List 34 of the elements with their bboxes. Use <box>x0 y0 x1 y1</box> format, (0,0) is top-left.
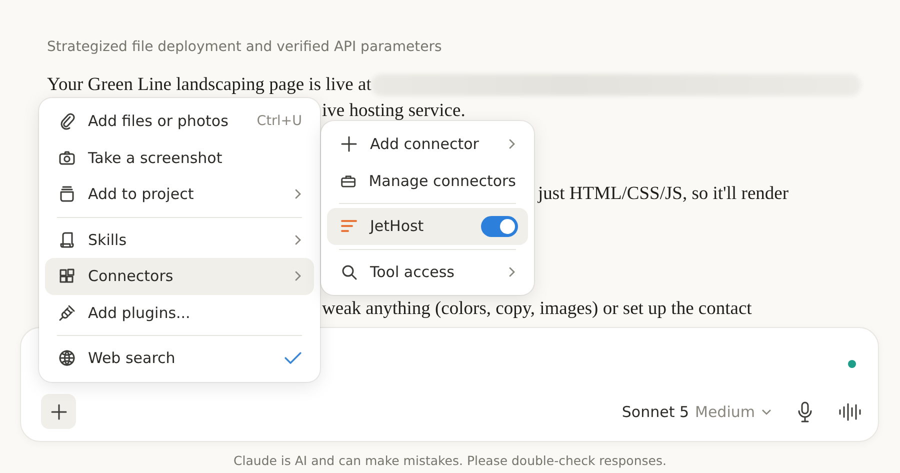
message-text: weak anything (colors, copy, images) or set up the contact <box>322 298 752 321</box>
menu-item[interactable]: Add connector <box>327 126 528 162</box>
scroll-icon <box>58 230 76 249</box>
menu-item[interactable]: Add files or photos Ctrl+U <box>45 103 314 140</box>
waveform-icon <box>838 402 862 422</box>
menu-item[interactable]: Add to project <box>45 176 314 212</box>
chevron-down-icon <box>761 408 772 416</box>
menu-item[interactable]: Web search <box>45 340 314 376</box>
plus-icon <box>340 135 358 154</box>
message-text: just HTML/CSS/JS, so it'll render <box>538 183 789 206</box>
model-selector[interactable]: Sonnet 5 Medium <box>618 402 776 420</box>
menu-item[interactable]: Tool access <box>327 254 528 290</box>
status-note: Strategized file deployment and verified API parameters <box>47 39 443 55</box>
plus-icon <box>50 404 66 420</box>
toggle-switch[interactable] <box>481 216 518 237</box>
plug-icon <box>58 304 76 322</box>
menu-item[interactable]: Skills <box>45 222 314 258</box>
menu-item[interactable]: Manage connectors <box>327 162 528 199</box>
search-icon <box>340 262 358 281</box>
microphone-icon <box>796 400 814 422</box>
camera-icon <box>58 148 76 167</box>
menu-item[interactable]: Take a screenshot <box>45 140 314 176</box>
disclaimer-text: Claude is AI and can make mistakes. Please double-check responses. <box>234 453 666 468</box>
paperclip-icon <box>58 112 76 130</box>
blocks-icon <box>58 267 76 286</box>
keyboard-shortcut: Ctrl+U <box>256 113 302 130</box>
globe-icon <box>58 349 76 368</box>
box-icon <box>58 185 76 204</box>
message-text: Your Green Line landscaping page is live at <box>47 74 372 97</box>
menu-item[interactable]: Add plugins... <box>45 294 314 331</box>
menu-item[interactable]: Connectors <box>45 258 314 294</box>
add-button[interactable] <box>41 394 76 429</box>
message-text: ive hosting service. <box>322 100 466 123</box>
menu-item[interactable]: JetHost <box>327 208 528 244</box>
